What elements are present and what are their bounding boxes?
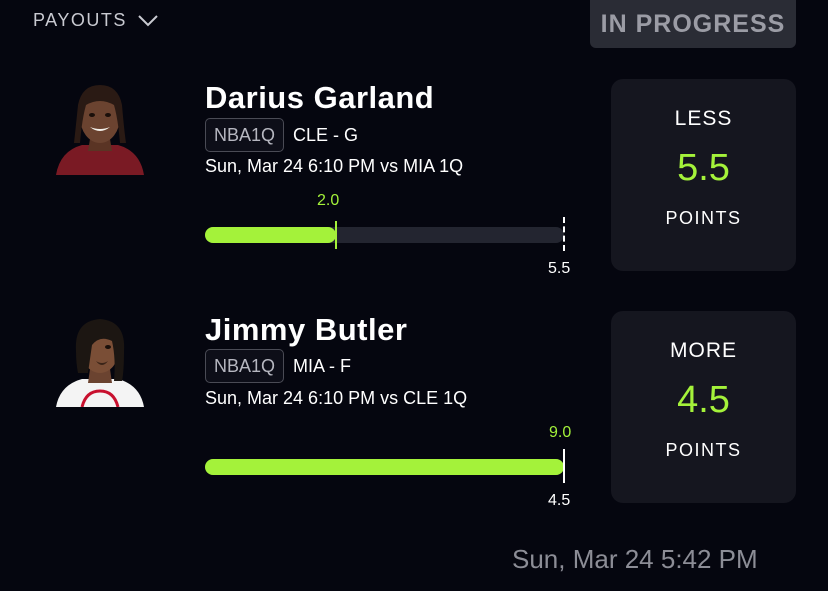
stat-type: POINTS bbox=[665, 440, 742, 460]
game-info: Sun, Mar 24 6:10 PM vs CLE 1Q bbox=[205, 388, 468, 408]
team-position: MIA - F bbox=[293, 356, 351, 376]
progress-track bbox=[205, 449, 565, 483]
progress-fill bbox=[205, 459, 564, 475]
projection-value: 4.5 bbox=[677, 379, 730, 421]
current-stat-label: 9.0 bbox=[549, 424, 572, 441]
current-tick bbox=[335, 221, 337, 249]
direction-label: MORE bbox=[670, 339, 737, 362]
last-updated-timestamp: Sun, Mar 24 5:42 PM bbox=[512, 544, 758, 574]
player-name: Jimmy Butler bbox=[205, 312, 408, 347]
pick-card-2: Jimmy Butler NBA1Q MIA - F Sun, Mar 24 6… bbox=[0, 0, 828, 509]
line-tick bbox=[563, 217, 565, 251]
line-value-label: 4.5 bbox=[548, 492, 571, 509]
line-value-label: 5.5 bbox=[548, 260, 571, 277]
league-badge: NBA1Q bbox=[205, 349, 285, 383]
league-label: NBA1Q bbox=[214, 355, 276, 376]
projection-card[interactable]: MORE 4.5 POINTS bbox=[611, 311, 796, 503]
player-avatar bbox=[52, 311, 148, 407]
line-tick bbox=[563, 449, 565, 483]
progress-track bbox=[205, 217, 565, 251]
stat-type: POINTS bbox=[665, 208, 742, 228]
progress-fill bbox=[205, 227, 336, 243]
